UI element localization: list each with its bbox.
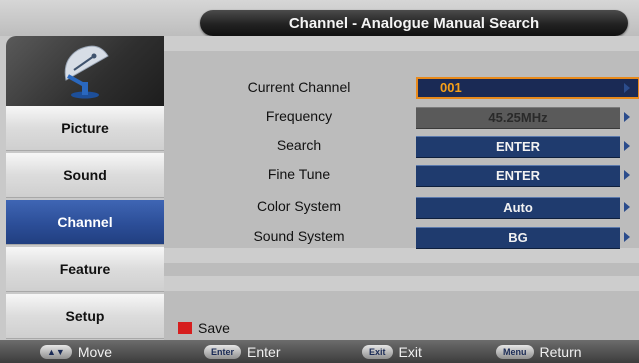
- setting-row-sound-system[interactable]: Sound System BG: [164, 225, 639, 249]
- menu-title: Channel - Analogue Manual Search: [200, 10, 628, 36]
- right-arrow-icon[interactable]: [624, 202, 630, 212]
- hint-label: Return: [539, 344, 582, 360]
- hint-label: Exit: [398, 344, 422, 360]
- sidebar-item-label: Sound: [63, 167, 107, 183]
- hint-move: ▲▼ Move: [40, 344, 112, 360]
- sidebar-item-channel[interactable]: Channel: [6, 200, 164, 245]
- hint-exit: Exit Exit: [362, 344, 422, 360]
- setting-label: Search: [276, 137, 322, 153]
- current-channel-value[interactable]: 001: [416, 77, 639, 99]
- satellite-dish-icon: [64, 45, 109, 99]
- menu-key-icon: Menu: [496, 345, 534, 359]
- hint-enter: Enter Enter: [204, 344, 280, 360]
- setting-row-current-channel[interactable]: Current Channel 001: [164, 76, 639, 99]
- frequency-value: 45.25MHz: [416, 107, 620, 129]
- setting-label: Current Channel: [247, 79, 351, 95]
- setting-row-color-system[interactable]: Color System Auto: [164, 195, 639, 219]
- right-arrow-icon[interactable]: [624, 232, 630, 242]
- search-value[interactable]: ENTER: [416, 136, 620, 158]
- setting-row-fine-tune[interactable]: Fine Tune ENTER: [164, 163, 639, 187]
- footer-hints: ▲▼ Move Enter Enter Exit Exit Menu Retur…: [0, 340, 639, 363]
- right-arrow-icon[interactable]: [624, 141, 630, 151]
- sidebar-item-label: Setup: [65, 308, 105, 324]
- setting-label: Sound System: [253, 228, 345, 244]
- fine-tune-value[interactable]: ENTER: [416, 165, 620, 187]
- exit-key-icon: Exit: [362, 345, 393, 359]
- sidebar-item-feature[interactable]: Feature: [6, 247, 164, 292]
- sound-system-value[interactable]: BG: [416, 227, 620, 249]
- panel-stripe: [164, 276, 639, 291]
- setting-label: Color System: [256, 198, 342, 214]
- right-arrow-icon[interactable]: [624, 170, 630, 180]
- sidebar-item-label: Feature: [59, 261, 111, 277]
- color-system-value[interactable]: Auto: [416, 197, 620, 219]
- enter-key-icon: Enter: [204, 345, 242, 359]
- settings-panel: Current Channel 001 Frequency 45.25MHz S…: [164, 36, 639, 340]
- hint-return: Menu Return: [496, 344, 582, 360]
- sidebar: Picture Sound Channel Feature Setup: [6, 36, 164, 340]
- save-label: Save: [198, 320, 230, 336]
- hint-label: Enter: [247, 344, 281, 360]
- red-key-icon: [178, 322, 192, 334]
- right-arrow-icon[interactable]: [624, 83, 630, 93]
- sidebar-item-label: Picture: [61, 120, 109, 136]
- panel-stripe: [164, 36, 639, 51]
- setting-label: Frequency: [265, 108, 333, 124]
- hint-label: Move: [77, 344, 113, 360]
- sidebar-item-setup[interactable]: Setup: [6, 294, 164, 339]
- move-key-icon: ▲▼: [40, 345, 72, 359]
- setting-label: Fine Tune: [267, 166, 331, 182]
- save-button[interactable]: Save: [178, 318, 230, 338]
- sidebar-item-sound[interactable]: Sound: [6, 153, 164, 198]
- sidebar-item-picture[interactable]: Picture: [6, 106, 164, 151]
- logo-tile: [6, 36, 164, 106]
- right-arrow-icon[interactable]: [624, 112, 630, 122]
- setting-row-search[interactable]: Search ENTER: [164, 134, 639, 158]
- setting-row-frequency[interactable]: Frequency 45.25MHz: [164, 105, 639, 129]
- panel-stripe: [164, 248, 639, 263]
- sidebar-item-label: Channel: [57, 214, 113, 230]
